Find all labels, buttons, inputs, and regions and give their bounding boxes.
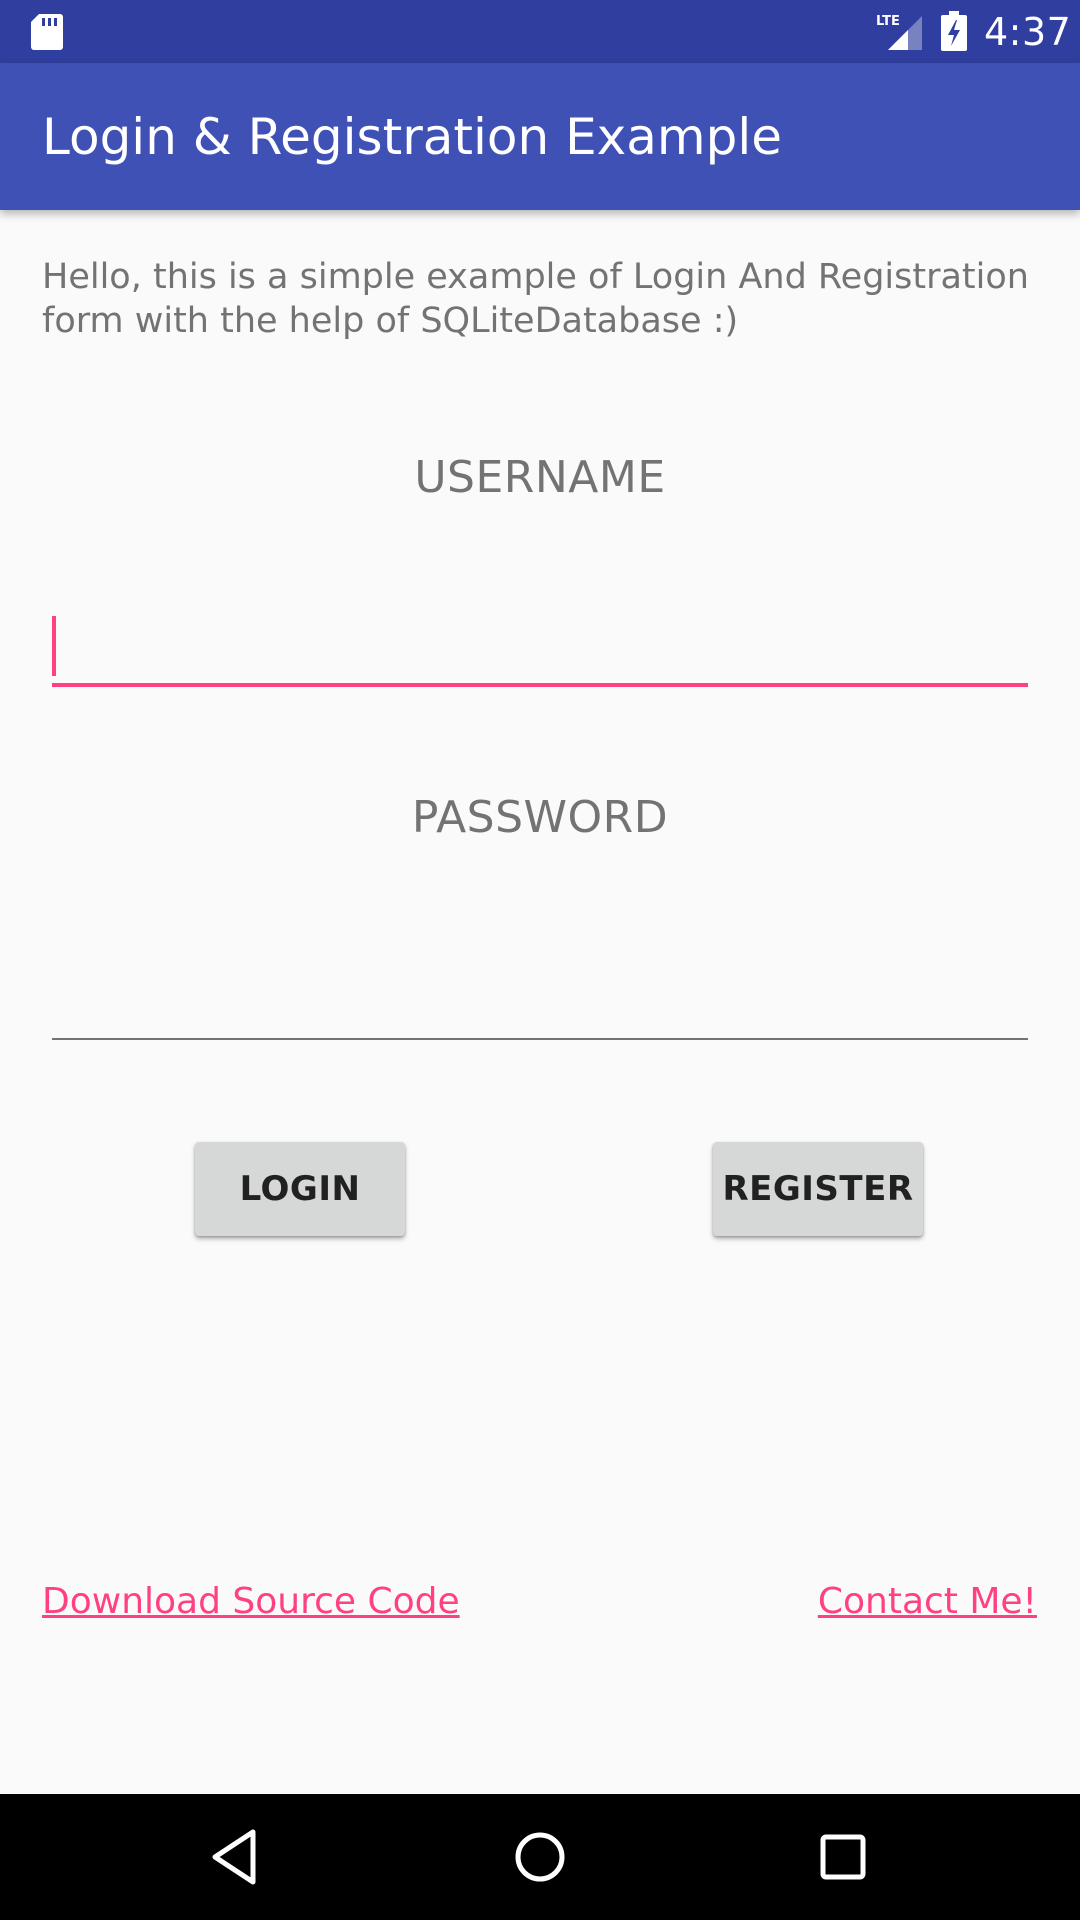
password-input[interactable]: [52, 968, 1028, 1040]
contact-me-link[interactable]: Contact Me!: [818, 1580, 1037, 1624]
intro-text: Hello, this is a simple example of Login…: [42, 257, 1029, 341]
app-title: Login & Registration Example: [42, 108, 782, 166]
status-bar: LTE 4:37: [0, 0, 1080, 63]
back-icon[interactable]: [203, 1824, 269, 1890]
app-bar: Login & Registration Example: [0, 63, 1080, 210]
login-button[interactable]: LOGIN: [195, 1142, 405, 1236]
home-icon[interactable]: [507, 1824, 573, 1890]
status-time: 4:37: [984, 10, 1072, 54]
navigation-bar: [0, 1794, 1080, 1920]
username-input[interactable]: [52, 613, 1028, 687]
password-label: PASSWORD: [411, 792, 669, 843]
register-button[interactable]: REGISTER: [713, 1142, 923, 1236]
signal-icon: LTE: [876, 14, 922, 50]
battery-charging-icon: [941, 11, 967, 51]
recents-icon[interactable]: [810, 1824, 876, 1890]
network-type-label: LTE: [876, 14, 900, 29]
sd-card-icon: [31, 14, 63, 50]
text-cursor: [52, 616, 56, 676]
username-label: USERNAME: [414, 452, 666, 503]
download-source-link[interactable]: Download Source Code: [42, 1580, 460, 1624]
